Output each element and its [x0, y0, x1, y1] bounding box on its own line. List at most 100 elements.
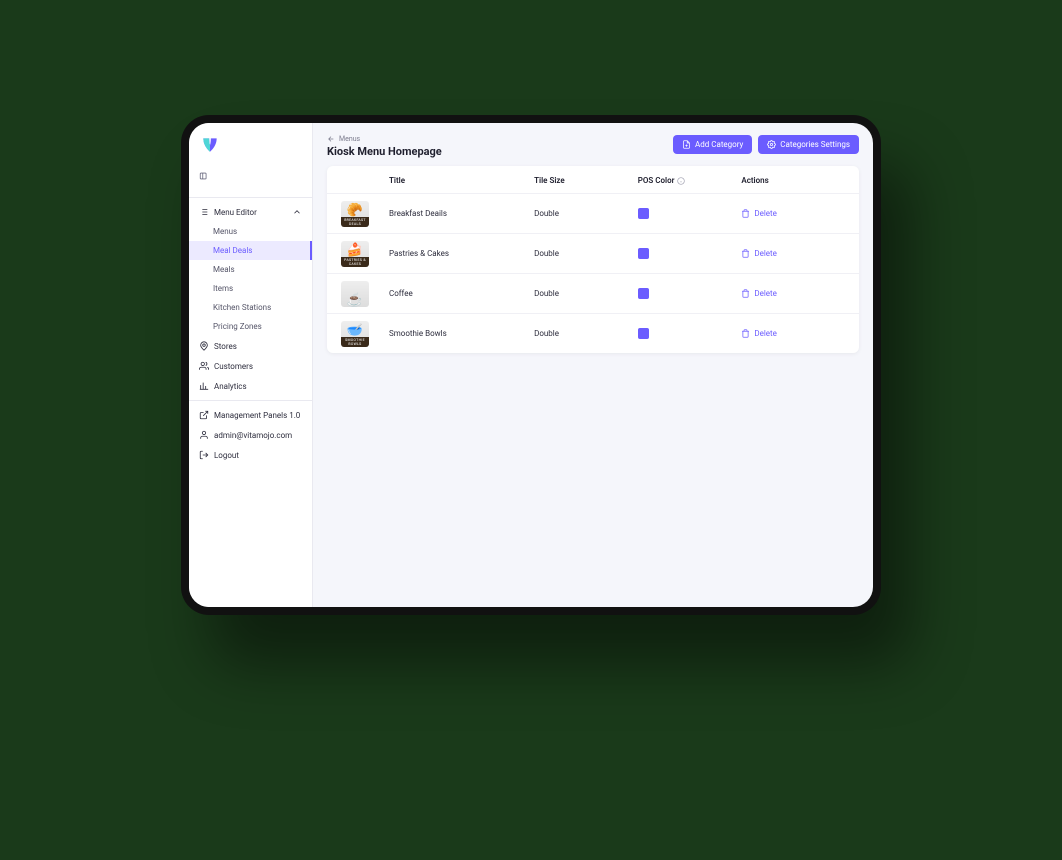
bar-chart-icon: [199, 381, 209, 391]
app-screen: Menu Editor Menus Meal Deals Meals Items…: [189, 123, 873, 607]
nav-sub-items[interactable]: Items: [189, 279, 312, 298]
thumb-image-icon: 🥣: [347, 324, 363, 337]
color-swatch[interactable]: [638, 328, 649, 339]
table-header: Title Tile Size POS Color Actions: [327, 176, 859, 193]
logo-icon: [199, 135, 221, 155]
cell-tile-size: Double: [534, 289, 638, 298]
gear-icon: [767, 140, 776, 149]
table-row[interactable]: ☕ Coffee Double Delete: [327, 273, 859, 313]
nav-label: Customers: [214, 362, 253, 371]
table-row[interactable]: 🍰 PASTRIES & CAKES Pastries & Cakes Doub…: [327, 233, 859, 273]
col-tile-size: Tile Size: [534, 176, 638, 185]
cell-tile-size: Double: [534, 209, 638, 218]
button-label: Categories Settings: [780, 140, 850, 149]
nav-label: admin@vitamojo.com: [214, 431, 292, 440]
cell-tile-size: Double: [534, 249, 638, 258]
categories-settings-button[interactable]: Categories Settings: [758, 135, 859, 154]
add-category-button[interactable]: Add Category: [673, 135, 752, 154]
nav-sub-kitchen-stations[interactable]: Kitchen Stations: [189, 298, 312, 317]
cell-title: Coffee: [389, 289, 534, 298]
trash-icon: [741, 329, 750, 338]
nav-label: Stores: [214, 342, 237, 351]
breadcrumb-label: Menus: [339, 135, 360, 143]
button-label: Add Category: [695, 140, 743, 149]
table-row[interactable]: 🥐 BREAKFAST DEALS Breakfast Deails Doubl…: [327, 193, 859, 233]
nav-label: Pricing Zones: [213, 322, 262, 331]
col-title: Title: [389, 176, 534, 185]
external-link-icon: [199, 410, 209, 420]
brand-logo: [189, 133, 312, 171]
users-icon: [199, 361, 209, 371]
nav-label: Items: [213, 284, 233, 293]
nav-customers[interactable]: Customers: [189, 356, 312, 376]
delete-button[interactable]: Delete: [741, 209, 845, 218]
color-swatch[interactable]: [638, 208, 649, 219]
category-thumbnail: 🥐 BREAKFAST DEALS: [341, 201, 369, 227]
info-icon[interactable]: [677, 177, 685, 185]
cell-pos-color: [638, 248, 742, 259]
nav-label: Menus: [213, 227, 237, 236]
category-thumbnail: 🍰 PASTRIES & CAKES: [341, 241, 369, 267]
delete-button[interactable]: Delete: [741, 329, 845, 338]
delete-button[interactable]: Delete: [741, 289, 845, 298]
category-thumbnail: ☕: [341, 281, 369, 307]
table-row[interactable]: 🥣 SMOOTHIE BOWLS Smoothie Bowls Double D…: [327, 313, 859, 353]
chevron-up-icon: [292, 207, 302, 217]
nav-label: Kitchen Stations: [213, 303, 271, 312]
nav-stores[interactable]: Stores: [189, 336, 312, 356]
thumb-image-icon: 🍰: [347, 244, 363, 257]
delete-label: Delete: [754, 249, 777, 258]
list-icon: [199, 207, 209, 217]
thumb-caption: BREAKFAST DEALS: [341, 217, 369, 227]
nav-management-panels[interactable]: Management Panels 1.0: [189, 405, 312, 425]
nav-label: Menu Editor: [214, 208, 257, 217]
logout-icon: [199, 450, 209, 460]
category-thumbnail: 🥣 SMOOTHIE BOWLS: [341, 321, 369, 347]
nav-sub-menus[interactable]: Menus: [189, 222, 312, 241]
trash-icon: [741, 289, 750, 298]
trash-icon: [741, 249, 750, 258]
breadcrumb-back[interactable]: Menus: [327, 135, 442, 143]
nav-user-account[interactable]: admin@vitamojo.com: [189, 425, 312, 445]
page-title: Kiosk Menu Homepage: [327, 145, 442, 158]
nav-analytics[interactable]: Analytics: [189, 376, 312, 396]
delete-label: Delete: [754, 209, 777, 218]
tablet-frame: Menu Editor Menus Meal Deals Meals Items…: [181, 115, 881, 615]
delete-button[interactable]: Delete: [741, 249, 845, 258]
thumb-image-icon: 🥐: [347, 204, 363, 217]
sidebar: Menu Editor Menus Meal Deals Meals Items…: [189, 123, 313, 607]
cell-title: Smoothie Bowls: [389, 329, 534, 338]
nav-label: Logout: [214, 451, 239, 460]
trash-icon: [741, 209, 750, 218]
nav-sub-meals[interactable]: Meals: [189, 260, 312, 279]
divider: [189, 400, 312, 401]
cell-title: Pastries & Cakes: [389, 249, 534, 258]
color-swatch[interactable]: [638, 248, 649, 259]
categories-table: Title Tile Size POS Color Actions 🥐 BREA…: [327, 166, 859, 353]
topbar: Menus Kiosk Menu Homepage Add Category C…: [313, 123, 873, 166]
color-swatch[interactable]: [638, 288, 649, 299]
delete-label: Delete: [754, 329, 777, 338]
nav-sub-meal-deals[interactable]: Meal Deals: [189, 241, 312, 260]
nav-menu-editor[interactable]: Menu Editor: [189, 202, 312, 222]
arrow-left-icon: [327, 135, 335, 143]
file-plus-icon: [682, 140, 691, 149]
user-icon: [199, 430, 209, 440]
nav-label: Meals: [213, 265, 235, 274]
sidebar-collapse-button[interactable]: [189, 171, 312, 193]
delete-label: Delete: [754, 289, 777, 298]
cell-pos-color: [638, 208, 742, 219]
nav-label: Management Panels 1.0: [214, 411, 300, 420]
nav-logout[interactable]: Logout: [189, 445, 312, 465]
thumb-image-icon: ☕: [347, 294, 363, 307]
thumb-caption: SMOOTHIE BOWLS: [341, 337, 369, 347]
col-actions: Actions: [741, 176, 845, 185]
nav-label: Meal Deals: [213, 246, 252, 255]
main-content: Menus Kiosk Menu Homepage Add Category C…: [313, 123, 873, 607]
nav-label: Analytics: [214, 382, 247, 391]
cell-pos-color: [638, 328, 742, 339]
col-pos-color: POS Color: [638, 176, 742, 185]
cell-title: Breakfast Deails: [389, 209, 534, 218]
nav-sub-pricing-zones[interactable]: Pricing Zones: [189, 317, 312, 336]
thumb-caption: PASTRIES & CAKES: [341, 257, 369, 267]
